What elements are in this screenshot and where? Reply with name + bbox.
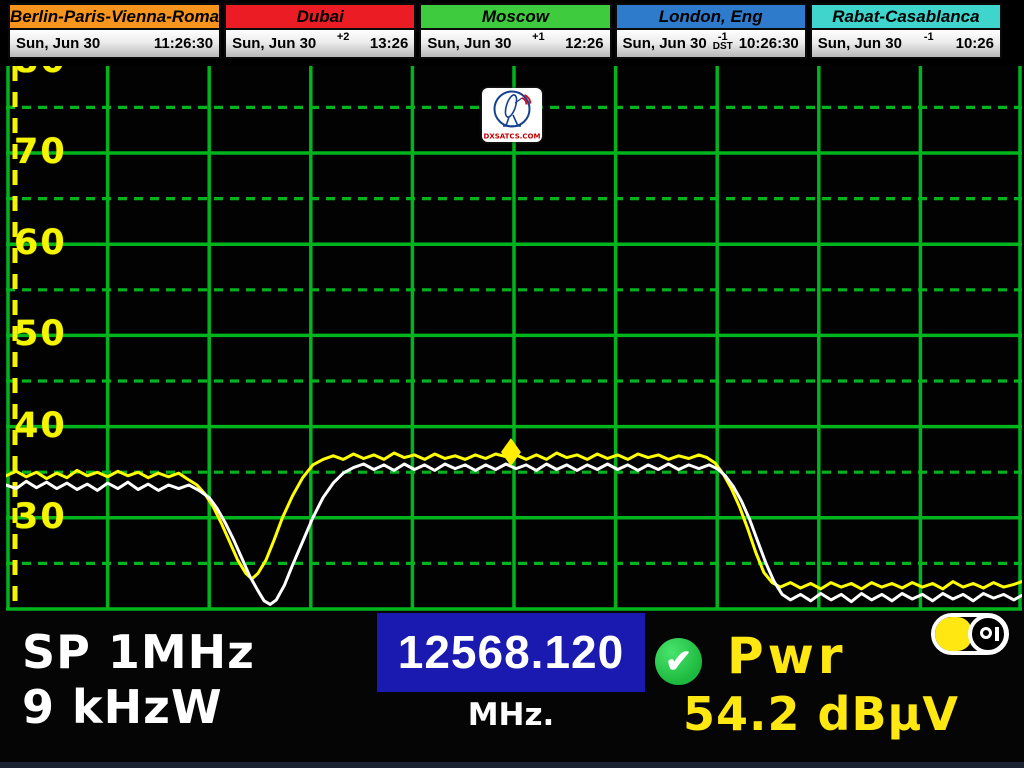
y-axis-label: 40 <box>14 406 67 446</box>
clock-moscow: Moscow Sun, Jun 30 +1 12:26 <box>419 3 611 59</box>
clock-time-value: 10:26 <box>956 35 994 52</box>
logo-text: DXSATCS.COM <box>484 133 541 141</box>
toggle-on-segment <box>935 617 972 651</box>
clock-datetime: Sun, Jun 30 +1 12:26 <box>419 30 611 59</box>
clock-city-label: Dubai <box>224 3 416 30</box>
y-axis-label: 50 <box>14 314 67 354</box>
clock-date: Sun, Jun 30 <box>16 35 100 52</box>
y-axis-label: 30 <box>14 497 67 537</box>
clock-city-label: London, Eng <box>615 3 807 30</box>
clock-grid: Berlin-Paris-Vienna-Roma Sun, Jun 30 11:… <box>8 3 1002 59</box>
satellite-dish-icon: DXSATCS.COM <box>482 88 542 142</box>
spectrum-analyzer-screen: Berlin-Paris-Vienna-Roma Sun, Jun 30 11:… <box>0 0 1024 768</box>
power-toggle[interactable] <box>931 613 1009 655</box>
y-axis-label: 70 <box>14 132 67 172</box>
spectrum-chart: DXSATCS.COM 80 70 60 50 40 30 <box>6 66 1022 611</box>
status-bar: SP 1MHz 9 kHzW 12568.120 MHz. ✔ Pwr 54.2… <box>0 611 1024 762</box>
clock-time-value: 10:26:30 <box>739 35 799 52</box>
y-axis-label: 80 <box>14 66 67 81</box>
clock-datetime: Sun, Jun 30 -1 DST 10:26:30 <box>615 30 807 59</box>
clock-datetime: Sun, Jun 30 +2 13:26 <box>224 30 416 59</box>
clock-datetime: Sun, Jun 30 11:26:30 <box>8 30 221 59</box>
clock-dubai: Dubai Sun, Jun 30 +2 13:26 <box>224 3 416 59</box>
clock-city-label: Moscow <box>419 3 611 30</box>
bottom-edge-strip <box>0 762 1024 768</box>
clock-date: Sun, Jun 30 <box>818 35 902 52</box>
marker-diamond <box>501 438 521 466</box>
rbw-value: 9 kHzW <box>22 680 255 735</box>
clock-datetime: Sun, Jun 30 -1 10:26 <box>810 30 1002 59</box>
clock-london: London, Eng Sun, Jun 30 -1 DST 10:26:30 <box>615 3 807 59</box>
toggle-knob-bar <box>995 627 999 641</box>
clock-city-label: Rabat-Casablanca <box>810 3 1002 30</box>
clock-time-value: 13:26 <box>370 35 408 52</box>
y-axis-label: 60 <box>14 223 67 263</box>
spectrum-plot <box>6 66 1022 611</box>
dxsatcs-logo: DXSATCS.COM <box>482 88 542 142</box>
span-rbw-readout: SP 1MHz 9 kHzW <box>22 625 255 735</box>
clock-berlin-paris-vienna-roma: Berlin-Paris-Vienna-Roma Sun, Jun 30 11:… <box>8 3 221 59</box>
utc-offset: -1 <box>924 31 934 56</box>
power-label: Pwr <box>727 627 847 685</box>
frequency-input[interactable]: 12568.120 <box>377 613 645 692</box>
span-value: SP 1MHz <box>22 625 255 680</box>
clock-date: Sun, Jun 30 <box>427 35 511 52</box>
clock-rabat-casablanca: Rabat-Casablanca Sun, Jun 30 -1 10:26 <box>810 3 1002 59</box>
world-clock-bar: Berlin-Paris-Vienna-Roma Sun, Jun 30 11:… <box>0 0 1024 65</box>
clock-time-value: 12:26 <box>565 35 603 52</box>
clock-date: Sun, Jun 30 <box>623 35 707 52</box>
clock-time-value: 11:26:30 <box>154 35 213 52</box>
utc-offset: +2 <box>337 31 350 56</box>
utc-offset-dst: -1 DST <box>713 31 733 56</box>
clock-date: Sun, Jun 30 <box>232 35 316 52</box>
toggle-knob-icon <box>968 614 1008 654</box>
utc-offset: +1 <box>532 31 545 56</box>
lock-ok-icon: ✔ <box>655 638 702 685</box>
toggle-knob-ring <box>980 627 992 639</box>
power-value: 54.2 dBµV <box>683 687 959 741</box>
clock-city-label: Berlin-Paris-Vienna-Roma <box>8 3 221 30</box>
frequency-unit-label: MHz. <box>377 697 645 733</box>
